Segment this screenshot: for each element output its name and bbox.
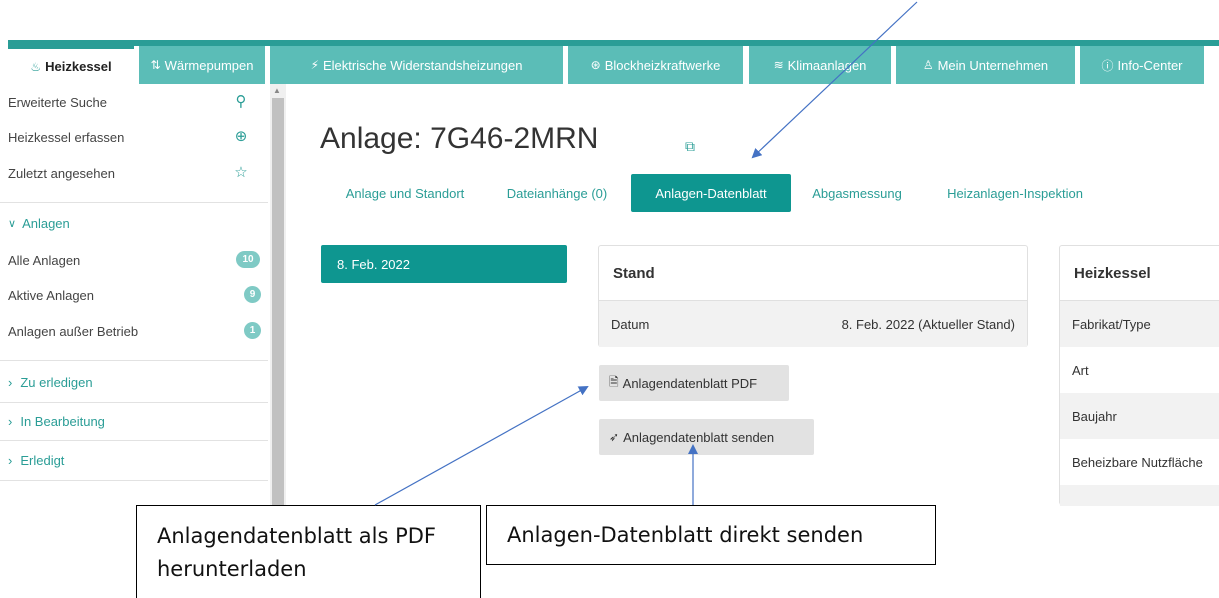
annotation-arrows (374, 1, 918, 506)
arrow-to-pdf-button (374, 386, 589, 506)
arrow-to-datenblatt-tab (751, 1, 918, 159)
